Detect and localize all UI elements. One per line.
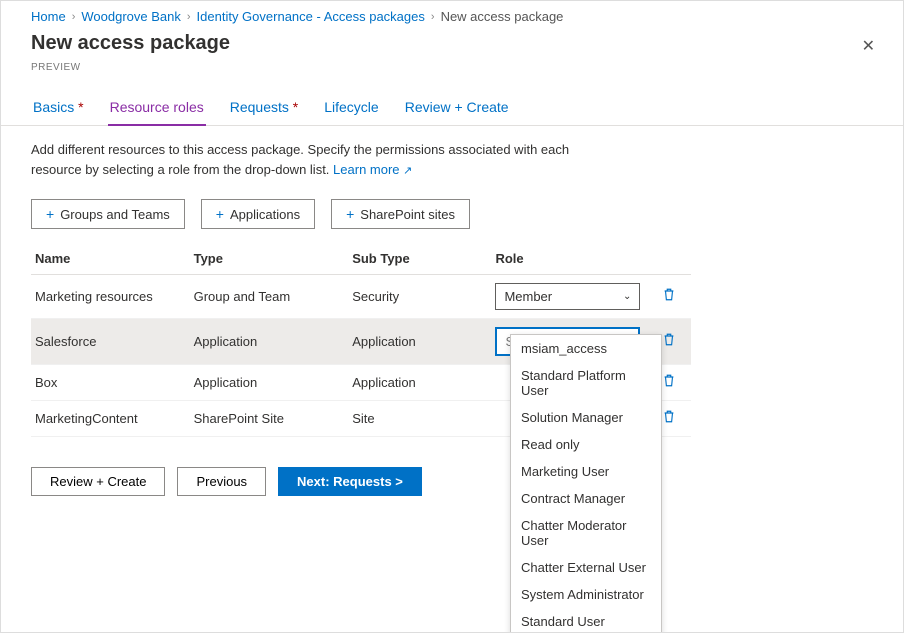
add-sharepoint-button[interactable]: + SharePoint sites [331,199,470,229]
role-option[interactable]: Read only [511,431,661,458]
tab-review-create[interactable]: Review + Create [403,91,511,125]
chevron-down-icon: ⌄ [623,291,631,302]
tab-basics[interactable]: Basics * [31,91,86,125]
cell-name: Box [31,365,190,401]
cell-subtype: Application [348,319,491,365]
col-type: Type [190,243,349,275]
tab-description: Add different resources to this access p… [1,140,621,179]
col-role: Role [491,243,654,275]
breadcrumb-current: New access package [441,9,564,24]
role-option[interactable]: Marketing User [511,458,661,485]
cell-name: MarketingContent [31,401,190,437]
table-row: Marketing resources Group and Team Secur… [31,275,691,319]
chevron-right-icon: › [72,11,76,23]
review-create-button[interactable]: Review + Create [31,467,165,496]
col-name: Name [31,243,190,275]
tab-requests[interactable]: Requests * [228,91,301,125]
plus-icon: + [346,206,354,222]
external-link-icon: ↗ [403,165,412,177]
breadcrumb-governance[interactable]: Identity Governance - Access packages [197,9,425,24]
tab-lifecycle[interactable]: Lifecycle [322,91,380,125]
role-option[interactable]: Standard Platform User [511,362,661,404]
role-option[interactable]: Contract Manager [511,485,661,512]
breadcrumb: Home › Woodgrove Bank › Identity Governa… [1,1,903,28]
chevron-right-icon: › [187,11,191,23]
chevron-right-icon: › [431,11,435,23]
cell-type: Group and Team [190,275,349,319]
page-title: New access package [31,32,230,55]
cell-type: SharePoint Site [190,401,349,437]
role-option[interactable]: Solution Manager [511,404,661,431]
role-option[interactable]: System Administrator [511,581,661,608]
cell-type: Application [190,365,349,401]
tab-resource-roles[interactable]: Resource roles [108,91,206,125]
cell-subtype: Application [348,365,491,401]
col-subtype: Sub Type [348,243,491,275]
cell-subtype: Site [348,401,491,437]
cell-name: Salesforce [31,319,190,365]
role-option[interactable]: msiam_access [511,335,661,362]
cell-type: Application [190,319,349,365]
previous-button[interactable]: Previous [177,467,266,496]
role-option[interactable]: Chatter Moderator User [511,512,661,554]
role-dropdown: msiam_accessStandard Platform UserSoluti… [510,334,662,633]
next-button[interactable]: Next: Requests > [278,467,422,496]
cell-subtype: Security [348,275,491,319]
close-icon[interactable]: ✕ [854,32,883,60]
plus-icon: + [46,206,54,222]
breadcrumb-tenant[interactable]: Woodgrove Bank [81,9,181,24]
role-option[interactable]: Standard User [511,608,661,633]
role-select[interactable]: Member ⌄ [495,283,640,310]
add-applications-button[interactable]: + Applications [201,199,315,229]
tabs: Basics * Resource roles Requests * Lifec… [1,91,903,126]
trash-icon[interactable] [658,287,680,308]
learn-more-link[interactable]: Learn more ↗ [333,162,412,177]
breadcrumb-home[interactable]: Home [31,9,66,24]
role-option[interactable]: Chatter External User [511,554,661,581]
plus-icon: + [216,206,224,222]
preview-badge: PREVIEW [1,62,903,73]
cell-name: Marketing resources [31,275,190,319]
add-groups-button[interactable]: + Groups and Teams [31,199,185,229]
